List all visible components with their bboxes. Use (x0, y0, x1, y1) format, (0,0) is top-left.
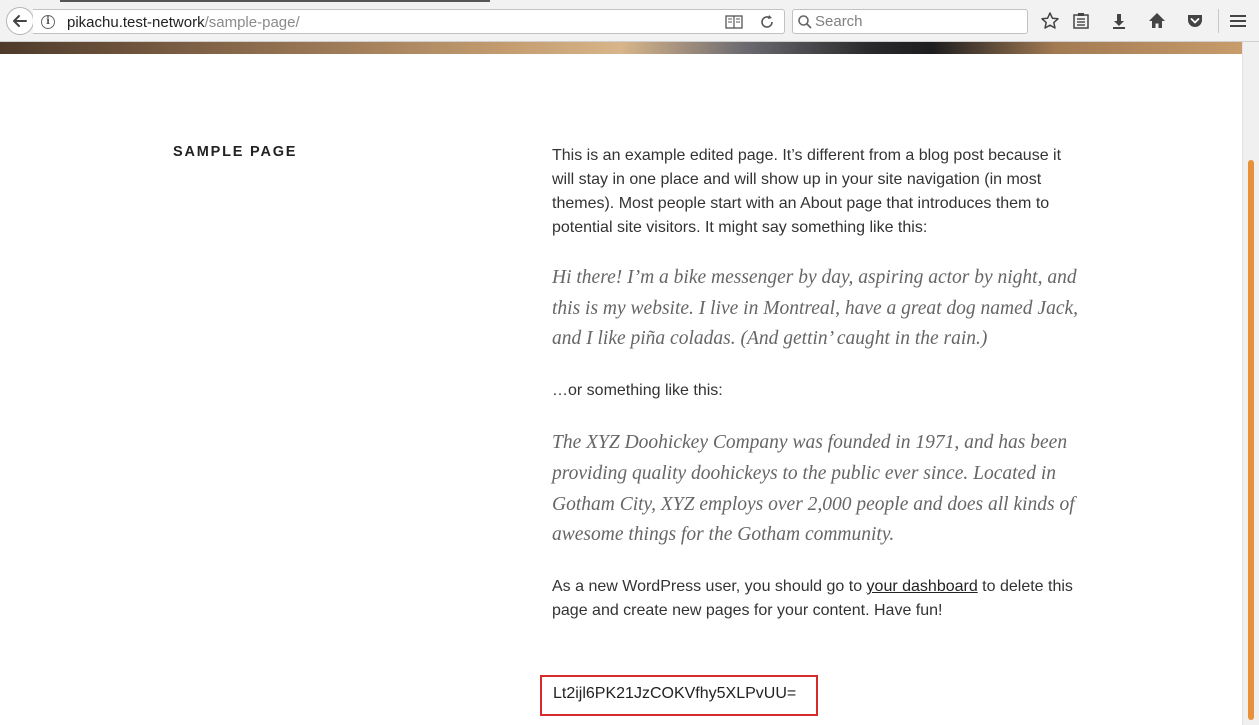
downloads-icon[interactable] (1109, 11, 1129, 31)
code-string: Lt2ijl6PK21JzCOKVfhy5XLPvUU= (553, 685, 797, 702)
search-input[interactable] (815, 12, 1020, 31)
back-arrow-icon (13, 15, 27, 27)
header-image (0, 42, 1242, 54)
intro-paragraph: This is an example edited page. It’s dif… (552, 147, 1062, 236)
reader-view-icon[interactable] (725, 15, 743, 29)
info-icon[interactable]: i (41, 15, 55, 29)
url-path: /sample-page/ (204, 14, 300, 31)
highlighted-code-box: Lt2ijl6PK21JzCOKVfhy5XLPvUU= (540, 675, 818, 716)
home-icon[interactable] (1147, 11, 1167, 31)
pocket-icon[interactable] (1185, 11, 1205, 31)
dashboard-link[interactable]: your dashboard (867, 578, 978, 595)
url-bar[interactable]: i pikachu.test-network/sample-page/ (33, 9, 785, 34)
search-bar[interactable] (792, 9, 1028, 34)
bookmarks-menu-icon[interactable] (1071, 11, 1091, 31)
quote-xyz-company: The XYZ Doohickey Company was founded in… (552, 432, 1075, 546)
url-text[interactable]: pikachu.test-network/sample-page/ (67, 14, 300, 31)
quote-bike-messenger: Hi there! I’m a bike messenger by day, a… (552, 267, 1079, 350)
hamburger-menu-icon[interactable] (1228, 11, 1248, 31)
browser-toolbar: i pikachu.test-network/sample-page/ (0, 0, 1259, 42)
toolbar-separator (1218, 9, 1219, 33)
page-title: Sample Page (173, 144, 298, 160)
url-host: pikachu.test-network (67, 14, 205, 31)
back-button[interactable] (6, 7, 34, 35)
bookmark-star-icon[interactable] (1040, 11, 1060, 31)
closing-text-before: As a new WordPress user, you should go t… (552, 577, 867, 595)
active-tab-indicator (60, 0, 490, 2)
closing-paragraph: As a new WordPress user, you should go t… (552, 575, 1082, 623)
reload-icon[interactable] (759, 14, 775, 30)
scrollbar-thumb[interactable] (1248, 160, 1254, 720)
or-paragraph: …or something like this: (552, 382, 723, 400)
search-icon (798, 15, 812, 29)
entry-content: This is an example edited page. It’s dif… (552, 144, 1082, 623)
page-scrollbar[interactable] (1242, 42, 1259, 725)
